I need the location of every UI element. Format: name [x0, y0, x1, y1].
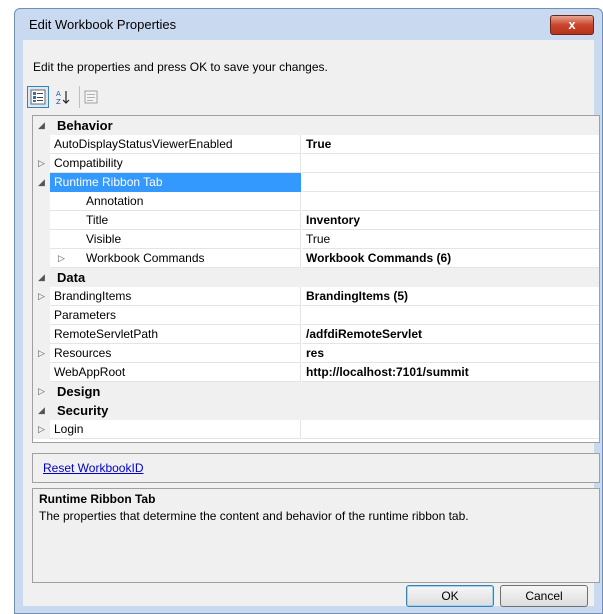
dialog-window: Edit Workbook Properties x Edit the prop… [14, 8, 603, 614]
instruction-text: Edit the properties and press OK to save… [33, 60, 328, 74]
property-name: BrandingItems [54, 289, 132, 303]
property-value[interactable]: BrandingItems (5) [306, 287, 408, 306]
category-label: Design [57, 384, 101, 399]
category-band [50, 401, 599, 420]
property-row[interactable]: ▷ Workbook Commands Workbook Commands (6) [33, 249, 599, 268]
expand-icon[interactable]: ▷ [38, 420, 45, 439]
property-row[interactable]: ▷ BrandingItems BrandingItems (5) [33, 287, 599, 306]
value-cell[interactable] [302, 306, 599, 325]
property-grid-toolbar: A Z [27, 85, 104, 109]
property-name: Parameters [54, 308, 117, 322]
value-cell[interactable] [302, 192, 599, 211]
row-gutter [33, 325, 50, 344]
property-row[interactable]: ◢ Runtime Ribbon Tab [33, 173, 599, 192]
row-gutter [33, 363, 50, 382]
value-cell[interactable] [302, 135, 599, 154]
expand-icon[interactable]: ▷ [38, 344, 45, 363]
property-row[interactable]: Annotation [33, 192, 599, 211]
category-label: Behavior [57, 118, 113, 133]
property-row[interactable]: ▷ Login [33, 420, 599, 439]
dialog-client-area: Edit the properties and press OK to save… [23, 40, 600, 607]
close-icon: x [568, 17, 576, 32]
property-name: Resources [54, 346, 112, 360]
property-value[interactable]: http://localhost:7101/summit [306, 363, 469, 382]
category-label: Security [57, 403, 109, 418]
description-panel: Runtime Ribbon Tab The properties that d… [32, 488, 600, 583]
commands-panel: Reset WorkbookID [32, 453, 600, 483]
row-gutter [33, 211, 50, 230]
ok-button[interactable]: OK [406, 585, 494, 607]
category-label: Data [57, 270, 86, 285]
dialog-title: Edit Workbook Properties [29, 17, 177, 32]
alphabetical-sort-icon: A Z [56, 90, 70, 105]
expand-icon[interactable]: ▷ [58, 249, 65, 268]
property-value[interactable]: Inventory [306, 211, 360, 230]
svg-text:A: A [56, 90, 61, 98]
property-value[interactable]: True [306, 230, 330, 249]
property-row[interactable]: WebAppRoot http://localhost:7101/summit [33, 363, 599, 382]
collapse-icon[interactable]: ◢ [38, 116, 45, 135]
category-row[interactable]: ◢ Data [33, 268, 599, 287]
row-gutter [33, 135, 50, 154]
property-name: Compatibility [54, 156, 123, 170]
property-name: Workbook Commands [86, 251, 205, 265]
property-name: WebAppRoot [54, 365, 126, 379]
category-band [50, 116, 599, 135]
categorized-icon [30, 89, 46, 105]
expand-icon[interactable]: ▷ [38, 154, 45, 173]
background-window-edge [0, 0, 14, 614]
reset-workbook-id-link[interactable]: Reset WorkbookID [43, 461, 143, 475]
row-gutter [33, 306, 50, 325]
property-name: Visible [86, 232, 122, 246]
expand-icon[interactable]: ▷ [38, 287, 45, 306]
property-value[interactable]: /adfdiRemoteServlet [306, 325, 422, 344]
property-row[interactable]: Visible True [33, 230, 599, 249]
property-row[interactable]: ▷ Resources res [33, 344, 599, 363]
value-cell[interactable] [302, 420, 599, 439]
property-pages-button[interactable] [79, 86, 101, 108]
category-band [50, 268, 599, 287]
value-cell[interactable] [302, 344, 599, 363]
property-value[interactable]: True [306, 135, 331, 154]
value-cell[interactable] [302, 230, 599, 249]
description-title: Runtime Ribbon Tab [39, 492, 156, 506]
description-text: The properties that determine the conten… [39, 509, 469, 523]
row-gutter [33, 192, 50, 211]
cancel-button[interactable]: Cancel [500, 585, 588, 607]
property-name: AutoDisplayStatusViewerEnabled [54, 137, 233, 151]
category-row[interactable]: ▷ Design [33, 382, 599, 401]
property-name: Runtime Ribbon Tab [54, 175, 163, 189]
category-band [50, 382, 599, 401]
property-grid[interactable]: ◢ Behavior AutoDisplayStatusViewerEnabled T… [32, 115, 600, 443]
property-row[interactable]: ▷ Compatibility [33, 154, 599, 173]
category-row[interactable]: ◢ Behavior [33, 116, 599, 135]
category-row[interactable]: ◢ Security [33, 401, 599, 420]
property-row[interactable]: Title Inventory [33, 211, 599, 230]
property-name: Annotation [86, 194, 144, 208]
title-bar[interactable]: Edit Workbook Properties x [15, 9, 602, 39]
property-value[interactable]: Workbook Commands (6) [306, 249, 451, 268]
property-name: RemoteServletPath [54, 327, 159, 341]
property-name: Login [54, 422, 84, 436]
name-cell [50, 420, 301, 439]
property-row[interactable]: RemoteServletPath/adfdiRemoteServlet [33, 325, 599, 344]
collapse-icon[interactable]: ◢ [38, 173, 45, 192]
categorized-button[interactable] [27, 86, 49, 108]
value-cell[interactable] [302, 154, 599, 173]
expand-icon[interactable]: ▷ [38, 382, 45, 401]
alphabetical-button[interactable]: A Z [52, 86, 74, 108]
property-row[interactable]: Parameters [33, 306, 599, 325]
value-cell[interactable] [302, 173, 599, 192]
row-gutter [33, 249, 50, 268]
property-name: Title [86, 213, 109, 227]
close-button[interactable]: x [550, 15, 594, 35]
row-gutter [33, 230, 50, 249]
collapse-icon[interactable]: ◢ [38, 401, 45, 420]
svg-text:Z: Z [56, 98, 61, 105]
property-pages-icon [84, 90, 97, 104]
property-value[interactable]: res [306, 344, 324, 363]
collapse-icon[interactable]: ◢ [38, 268, 45, 287]
property-row[interactable]: AutoDisplayStatusViewerEnabled True [33, 135, 599, 154]
